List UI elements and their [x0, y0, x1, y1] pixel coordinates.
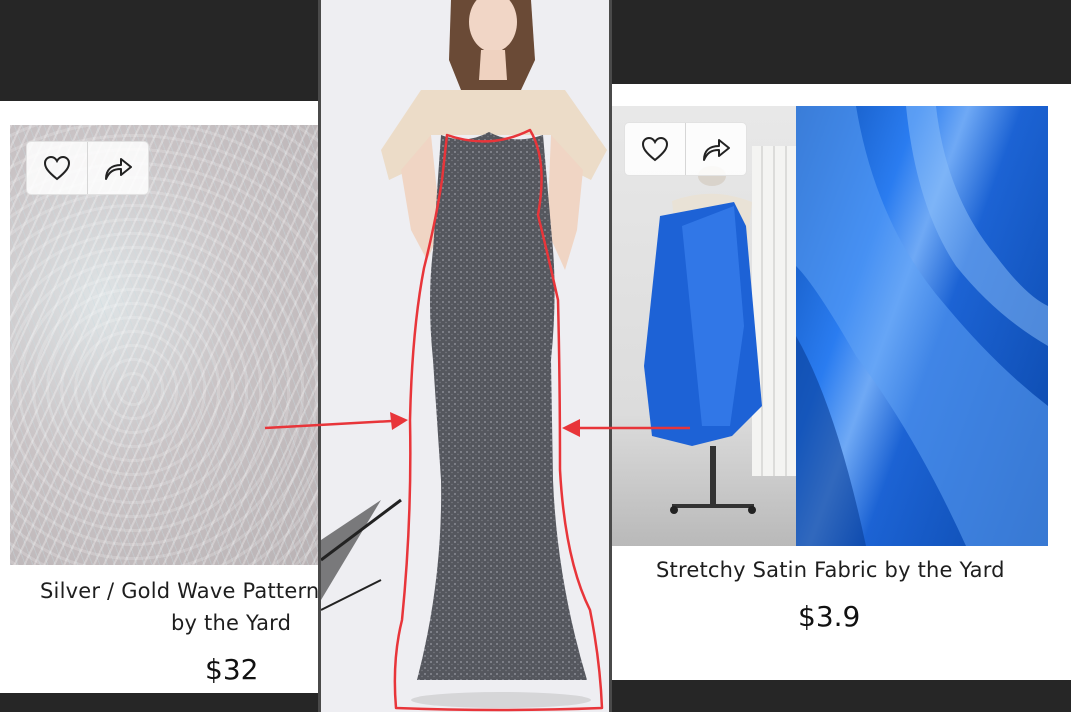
- favorite-button[interactable]: [27, 142, 87, 194]
- share-icon: [105, 158, 132, 180]
- product-price: $3.9: [798, 600, 861, 633]
- product-title[interactable]: Silver / Gold Wave Pattern: [40, 575, 318, 607]
- product-card-stretchy-satin[interactable]: Stretchy Satin Fabric by the Yard $3.9: [612, 84, 1071, 680]
- favorite-button[interactable]: [625, 123, 685, 175]
- heart-icon: [641, 136, 669, 162]
- share-button[interactable]: [685, 123, 746, 175]
- product-title-continued[interactable]: by the Yard: [171, 607, 291, 639]
- product-card-silver-gold[interactable]: Silver / Gold Wave Pattern by the Yard $…: [0, 101, 318, 693]
- card-actions: [624, 122, 747, 176]
- share-button[interactable]: [87, 142, 148, 194]
- product-title[interactable]: Stretchy Satin Fabric by the Yard: [656, 554, 1005, 586]
- satin-folds-illustration: [796, 106, 1048, 546]
- share-icon: [703, 139, 730, 161]
- card-actions: [26, 141, 149, 195]
- product-price: $32: [205, 653, 259, 686]
- sequin-gown-photo: [318, 0, 612, 712]
- satin-closeup-image[interactable]: [796, 106, 1048, 546]
- gown-model-illustration: [321, 0, 609, 712]
- heart-icon: [43, 155, 71, 181]
